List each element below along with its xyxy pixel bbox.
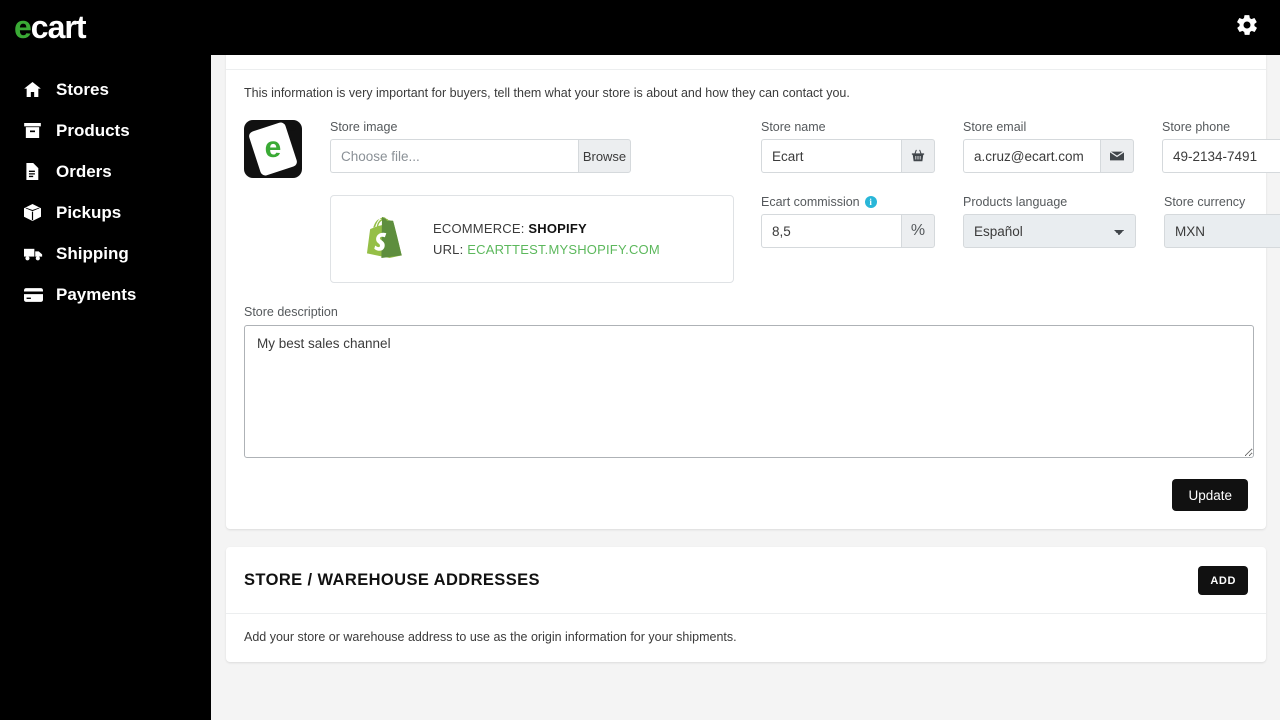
store-information-body: This information is very important for b… [226,70,1280,529]
form-row-contact: Store name Store email [761,120,1280,173]
envelope-icon [1100,139,1134,173]
warehouse-addresses-body: Add your store or warehouse address to u… [226,614,1266,662]
basket-icon [901,139,935,173]
shopify-logo [363,214,407,264]
store-image-field: Store image Browse [330,120,734,173]
commission-input[interactable] [761,214,901,248]
store-phone-input[interactable] [1162,139,1280,173]
store-currency-select[interactable]: MXN [1164,214,1280,248]
store-image-input-group: Browse [330,139,734,173]
store-information-intro: This information is very important for b… [244,86,850,100]
sidebar-item-label: Orders [56,161,112,181]
store-email-field: Store email [963,120,1134,173]
brand-logo-cart: cart [30,9,87,45]
info-icon[interactable]: i [864,196,877,208]
sidebar-item-label: Products [56,120,130,140]
warehouse-addresses-card: STORE / WAREHOUSE ADDRESSES ADD Add your… [226,547,1266,662]
right-form-column: Store name Store email [761,120,1280,248]
commission-label: Ecart commission i [761,195,935,209]
ecommerce-url-row: URL: ECARTTEST.MYSHOPIFY.COM [433,239,660,260]
sidebar-item-label: Stores [56,79,109,99]
store-image-input[interactable] [330,139,578,173]
ecommerce-url-key: URL: [433,242,464,257]
archive-box-icon [24,122,48,140]
sidebar-item-products[interactable]: Products [0,110,211,151]
store-description-textarea[interactable] [244,325,1254,458]
ecommerce-details: ECOMMERCE: SHOPIFY URL: ECARTTEST.MYSHOP… [433,218,660,260]
avatar: e [244,120,302,178]
ecommerce-key: ECOMMERCE: [433,221,525,236]
warehouse-addresses-header: STORE / WAREHOUSE ADDRESSES ADD [226,547,1266,614]
products-language-select[interactable]: Español [963,214,1136,248]
sidebar-item-orders[interactable]: Orders [0,151,211,192]
store-phone-field: Store phone [1162,120,1280,173]
sidebar-item-shipping[interactable]: Shipping [0,233,211,274]
store-currency-field: Store currency MXN [1164,195,1280,248]
store-description-label: Store description [244,305,338,319]
commission-field: Ecart commission i % [761,195,935,248]
percent-addon: % [901,214,935,248]
sidebar-item-stores[interactable]: Stores [0,69,211,110]
ecommerce-value: SHOPIFY [528,221,587,236]
sidebar-nav: Stores Products Orders Pickups Shipping … [0,69,211,315]
ecommerce-url-value[interactable]: ECARTTEST.MYSHOPIFY.COM [467,242,660,257]
browse-button[interactable]: Browse [578,139,631,173]
commission-label-text: Ecart commission [761,195,860,209]
form-top-row: e Store image Browse [244,120,1280,283]
credit-card-icon [24,286,48,304]
gear-icon [1235,13,1259,42]
sidebar-item-label: Payments [56,284,137,304]
store-email-label: Store email [963,120,1027,134]
sidebar: e cart Stores Products Orders Pickups Sh… [0,0,211,720]
sidebar-item-pickups[interactable]: Pickups [0,192,211,233]
products-language-field: Products language Español [963,195,1136,248]
document-icon [24,163,48,181]
store-image-label: Store image [330,120,398,134]
update-button[interactable]: Update [1172,479,1248,511]
ecommerce-row: ECOMMERCE: SHOPIFY [433,218,660,239]
store-phone-label: Store phone [1162,120,1231,134]
commission-input-group: % [761,214,935,248]
sidebar-item-payments[interactable]: Payments [0,274,211,315]
app-root: e cart Stores Products Orders Pickups Sh… [0,0,1280,720]
truck-icon [24,245,48,263]
store-description-field: Store description [244,305,1254,463]
form-row-settings: Ecart commission i % Products language [761,195,1280,248]
ecommerce-info-card: ECOMMERCE: SHOPIFY URL: ECARTTEST.MYSHOP… [330,195,734,283]
sidebar-item-label: Pickups [56,202,122,222]
products-language-label: Products language [963,195,1068,209]
add-address-button[interactable]: ADD [1198,566,1248,595]
settings-button[interactable] [1235,13,1259,42]
store-information-card: STORE INFORMATION ONLINE This informatio… [226,14,1280,529]
store-name-field: Store name [761,120,935,173]
warehouse-addresses-intro: Add your store or warehouse address to u… [244,630,737,644]
main-content: STORE INFORMATION ONLINE This informatio… [211,0,1280,720]
store-currency-label: Store currency [1164,195,1246,209]
store-email-input-group [963,139,1134,173]
sidebar-item-label: Shipping [56,243,129,263]
warehouse-addresses-title: STORE / WAREHOUSE ADDRESSES [244,571,540,589]
left-form-column: Store image Browse [330,120,734,283]
avatar-letter: e [264,131,282,164]
cube-icon [24,204,48,222]
brand-logo-e: e [14,9,32,45]
store-avatar-wrap: e [244,120,302,178]
update-row: Update [244,479,1248,511]
store-name-input-group [761,139,935,173]
store-name-input[interactable] [761,139,901,173]
store-email-input[interactable] [963,139,1100,173]
store-name-label: Store name [761,120,826,134]
store-phone-input-group [1162,139,1280,173]
home-icon [24,81,48,99]
brand-logo[interactable]: e cart [0,0,211,55]
topbar [211,0,1280,55]
